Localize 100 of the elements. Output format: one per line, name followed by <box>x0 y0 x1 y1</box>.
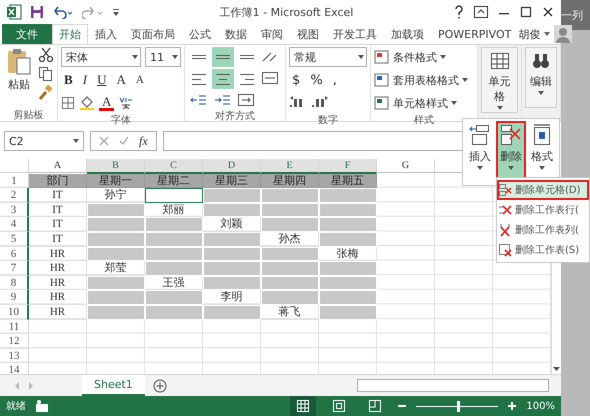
ribbon-tab[interactable]: 数据 <box>218 24 254 44</box>
zoom-out-icon[interactable] <box>398 402 406 410</box>
ribbon-tab[interactable]: 开发工具 <box>326 24 384 44</box>
font-name-field[interactable]: 宋体 <box>61 47 142 67</box>
row-header[interactable]: 8 <box>0 276 29 290</box>
column-header[interactable]: E <box>261 159 319 174</box>
shrink-font-button[interactable]: A <box>132 71 147 89</box>
check-icon[interactable] <box>119 136 129 146</box>
brush-icon[interactable] <box>38 85 54 101</box>
font-size-field[interactable]: 11 <box>145 47 182 67</box>
slider-thumb[interactable] <box>457 400 460 412</box>
column-header[interactable]: B <box>87 159 145 174</box>
ribbon-tab[interactable]: POWERPIVOT <box>431 24 518 44</box>
percent-button[interactable]: % <box>307 72 326 88</box>
sheet-tab[interactable]: Sheet1 <box>82 375 145 396</box>
undo-icon[interactable] <box>52 5 74 19</box>
scissors-icon[interactable] <box>38 47 54 63</box>
copy-icon[interactable] <box>38 66 54 82</box>
macro-record-icon[interactable] <box>36 400 48 412</box>
menu-item[interactable]: 删除工作表行( <box>497 200 589 220</box>
row-header[interactable]: 5 <box>0 232 29 247</box>
decrease-decimal-icon[interactable] <box>311 96 330 110</box>
view-icon <box>368 399 382 413</box>
row-header[interactable]: 4 <box>0 217 29 232</box>
italic-button[interactable]: I <box>80 71 90 89</box>
align-button[interactable] <box>212 69 234 89</box>
cell-action-button[interactable]: 插入 <box>465 121 495 183</box>
comma-button[interactable]: , <box>330 72 340 88</box>
group-label: 数字 <box>318 115 338 126</box>
row-header[interactable]: 6 <box>0 246 29 262</box>
view-icon <box>296 399 310 413</box>
column-header[interactable]: G <box>377 159 435 173</box>
table-format-icon <box>374 73 390 87</box>
row-header[interactable]: 2 <box>0 188 29 203</box>
insert-function-button[interactable]: fx <box>139 134 148 148</box>
border-icon[interactable] <box>61 96 76 110</box>
style-menu-button[interactable]: 套用表格格式 <box>374 70 468 90</box>
menu-item[interactable]: 删除工作表(S) <box>497 240 589 260</box>
underline-button[interactable]: U <box>94 71 110 89</box>
dropdown-icon[interactable] <box>132 55 138 59</box>
menu-item[interactable]: 删除工作表列( <box>497 220 589 240</box>
column-header[interactable]: F <box>319 159 377 174</box>
maximize-icon[interactable] <box>519 5 533 19</box>
group-label: 样式 <box>414 115 434 126</box>
editing-button[interactable]: 编辑 <box>525 47 557 108</box>
close-icon[interactable] <box>541 5 555 19</box>
merge-icon[interactable] <box>236 91 256 109</box>
view-icon <box>332 399 346 413</box>
zoom-level: 100% <box>526 400 555 412</box>
field-value: 宋体 <box>66 50 88 64</box>
font-color-button[interactable]: A <box>99 95 114 111</box>
dropdown-icon[interactable] <box>544 32 550 36</box>
ribbon-tab[interactable]: 公式 <box>182 24 218 44</box>
menu-item[interactable]: 删除单元格(D) <box>497 180 589 200</box>
dropdown-icon[interactable] <box>172 55 178 59</box>
column-header[interactable]: D <box>203 159 261 174</box>
table-cell: 星期一 <box>87 174 145 188</box>
row-header[interactable]: 13 <box>0 348 29 364</box>
zoom-in-icon[interactable] <box>508 402 516 410</box>
ribbon-tab[interactable]: 视图 <box>290 24 326 44</box>
background-text: 一列 <box>561 8 583 22</box>
fill-bucket-icon[interactable] <box>79 96 96 110</box>
wrap-icon[interactable] <box>260 69 280 87</box>
row-header[interactable]: 9 <box>0 290 29 305</box>
column-header[interactable]: A <box>29 159 87 173</box>
customize-icon[interactable] <box>112 7 120 17</box>
dropdown-icon[interactable] <box>358 55 364 59</box>
add-sheet-icon[interactable] <box>152 378 167 392</box>
row-header[interactable]: 11 <box>0 320 29 334</box>
conditional-format-icon <box>374 50 390 64</box>
ribbon-tab[interactable]: 文件 <box>2 24 52 44</box>
grow-font-button[interactable]: A <box>113 71 129 89</box>
name-box[interactable]: C2 <box>4 131 84 151</box>
align-button[interactable] <box>212 47 234 67</box>
ribbon-tab[interactable]: 开始 <box>52 24 88 44</box>
dropdown-icon[interactable] <box>73 139 79 143</box>
horizontal-scrollbar[interactable] <box>357 379 549 392</box>
cells-button[interactable]: 单元格 <box>481 47 518 113</box>
view-button[interactable] <box>290 396 316 416</box>
column-header[interactable]: C <box>145 159 203 174</box>
row-header[interactable]: 3 <box>0 202 29 218</box>
align-icon <box>216 74 230 84</box>
user-name[interactable]: 胡俊 <box>518 26 540 42</box>
ribbon-tab[interactable]: 页面布局 <box>124 24 182 44</box>
row-header[interactable]: 7 <box>0 261 29 276</box>
row-header[interactable]: 10 <box>0 304 29 320</box>
style-menu-button[interactable]: 条件格式 <box>374 47 468 67</box>
ribbon-display-icon[interactable] <box>473 5 489 19</box>
currency-button[interactable]: $ <box>289 72 304 88</box>
paste-button[interactable]: 粘贴 <box>3 47 35 108</box>
phonetic-icon[interactable] <box>118 96 134 110</box>
help-icon[interactable] <box>453 5 465 19</box>
ribbon-tab[interactable]: 审阅 <box>254 24 290 44</box>
style-menu-button[interactable]: 单元格样式 <box>374 93 468 113</box>
ribbon-tab[interactable]: 加载项 <box>384 24 431 44</box>
number-format-field[interactable]: 常规 <box>289 47 368 67</box>
window-title: 工作簿1 - Microsoft Excel <box>218 4 354 20</box>
bold-button[interactable]: B <box>61 71 76 89</box>
ribbon-tab[interactable]: 插入 <box>88 24 124 44</box>
row-header[interactable]: 12 <box>0 334 29 349</box>
